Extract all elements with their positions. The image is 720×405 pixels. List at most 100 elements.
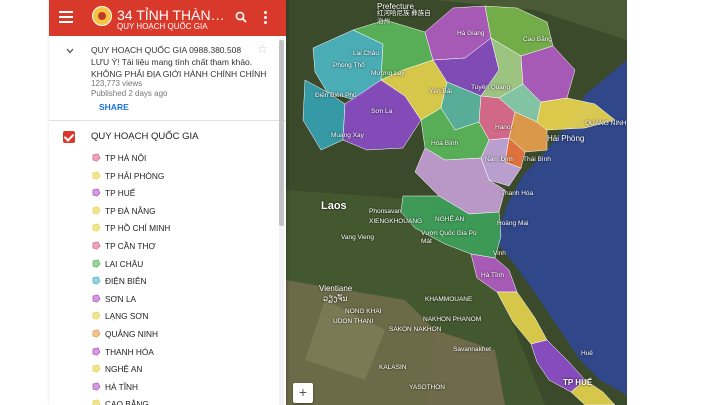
label-phong-tho: Phong Thổ (333, 62, 365, 69)
chevron-down-icon[interactable] (65, 46, 75, 56)
polygon-style-icon (92, 311, 101, 320)
layer-item-label: SƠN LA (105, 293, 137, 304)
map-info-section: QUY HOẠCH QUỐC GIA 0988.380.508 LƯU Ý! T… (49, 38, 286, 121)
view-count: 123,773 views (91, 79, 143, 88)
label-nong-khai: NONG KHAI (345, 308, 382, 315)
zoom-in-button[interactable]: + (293, 383, 313, 403)
polygon-style-icon (92, 382, 101, 391)
polygon-style-icon (92, 399, 101, 405)
layer-item[interactable]: LAI CHÂU (49, 256, 286, 274)
label-tp-hue: TP HUẾ (563, 378, 593, 387)
polygon-style-icon (92, 329, 101, 338)
label-savannakhet: Savannakhet (453, 346, 491, 353)
polygon-style-icon (92, 188, 101, 197)
emblem-logo (92, 6, 112, 26)
layer-item-label: TP HUẾ (105, 188, 136, 199)
label-muang-xai: Muang Xay (331, 132, 364, 139)
layer-checkbox[interactable] (63, 131, 75, 143)
layer-item-label: LẠNG SƠN (105, 311, 149, 322)
layer-item[interactable]: LẠNG SƠN (49, 308, 286, 326)
label-thanh-hoa: Thanh Hóa (501, 190, 534, 197)
layer-header[interactable]: QUY HOẠCH QUỐC GIA (49, 127, 286, 147)
layer-item-label: TP HỒ CHÍ MINH (105, 223, 171, 234)
label-yasothon: YASOTHON (409, 384, 445, 391)
layer-item[interactable]: TP ĐÀ NẴNG (49, 203, 286, 221)
label-lai-chau: Lai Châu (353, 50, 380, 57)
map-subtitle: QUY HOẠCH QUỐC GIA (117, 22, 208, 31)
label-chinese-region: 红河哈尼族 彝族自治州 (377, 10, 431, 25)
layer-item[interactable]: SƠN LA (49, 291, 286, 309)
label-nakhon-phanom: NAKHON PHANOM (423, 316, 482, 323)
label-son-la: Sơn La (371, 108, 393, 115)
polygon-style-icon (92, 171, 101, 180)
layer-list: TP HÀ NỘI TP HẢI PHÒNG TP HUẾ TP ĐÀ NẴNG TP … (49, 150, 286, 405)
layer-item[interactable]: TP HỒ CHÍ MINH (49, 220, 286, 238)
polygon-style-icon (92, 206, 101, 215)
label-hanoi: Hanoi (495, 124, 512, 131)
layer-item[interactable]: HÀ TĨNH (49, 379, 286, 397)
polygon-style-icon (92, 241, 101, 250)
menu-icon[interactable] (59, 11, 73, 23)
label-ha-tinh: Hà Tĩnh (481, 272, 505, 279)
label-cao-bang: Cao Bằng (523, 36, 552, 43)
screenshot-frame: Prefecture 红河哈尼族 彝族自治州 Lai Châu Hà Giang… (0, 0, 720, 405)
polygon-style-icon (92, 364, 101, 373)
label-hoang-mai: Hoàng Mai (497, 220, 529, 227)
label-laos: Laos (321, 200, 347, 212)
layer-item[interactable]: TP HUẾ (49, 185, 286, 203)
label-hue: Huế (581, 350, 593, 357)
more-vert-icon[interactable] (264, 11, 268, 25)
polygon-style-icon (92, 347, 101, 355)
layer-item[interactable]: TP HẢI PHÒNG (49, 168, 286, 186)
label-quang-ninh: QUẢNG NINH (585, 120, 627, 127)
layer-item[interactable]: NGHỆ AN (49, 361, 286, 379)
polygon-style-icon (92, 294, 101, 303)
label-dien-bien: Điện Biên Phủ (315, 92, 357, 99)
label-hoa-binh: Hòa Bình (431, 140, 459, 147)
label-nam-dinh: Nam Định (485, 156, 514, 163)
layer-item-label: TP HÀ NỘI (105, 153, 147, 163)
layer-item-label: TP CẦN THƠ (105, 240, 156, 251)
label-khammouane: KHAMMOUANE (425, 296, 473, 303)
polygon-style-icon (92, 223, 101, 232)
layer-item-label: CAO BẰNG (105, 399, 149, 405)
layer-item[interactable]: QUẢNG NINH (49, 326, 286, 344)
layer-item[interactable]: THANH HÓA (49, 344, 286, 362)
label-ha-giang: Hà Giang (457, 30, 485, 37)
search-icon[interactable] (235, 11, 247, 23)
label-vientiane: Vientiane (319, 284, 353, 293)
label-vientiane-lao: ວຽງຈັນ (323, 294, 348, 303)
layer-item[interactable]: TP CẦN THƠ (49, 238, 286, 256)
layer-item-label: NGHỆ AN (105, 364, 143, 375)
label-vinh: Vinh (493, 250, 506, 257)
label-xieng-khouang: XIENGKHOUANG (369, 218, 423, 225)
published-date: Published 2 days ago (91, 89, 168, 98)
map-view[interactable]: Prefecture 红河哈尼族 彝族自治州 Lai Châu Hà Giang… (285, 0, 627, 405)
share-button[interactable]: SHARE (99, 102, 129, 112)
layer-item[interactable]: ĐIỆN BIÊN (49, 273, 286, 291)
label-nghe-an: NGHỆ AN (435, 216, 465, 223)
layer-item-label: QUẢNG NINH (105, 328, 159, 339)
label-tuyen-quang: Tuyên Quang (471, 84, 511, 91)
description-line-2: LƯU Ý! Tài liệu mang tính chất tham khảo… (91, 57, 253, 67)
layer-item-label: LAI CHÂU (105, 258, 144, 269)
label-muong-lay: Mường Lay (371, 70, 405, 77)
layer-title[interactable]: QUY HOẠCH QUỐC GIA (91, 131, 199, 143)
label-yen-bai: Yên Bái (429, 88, 452, 95)
label-thai-binh: Thái Bình (523, 156, 551, 163)
star-icon[interactable]: ☆ (257, 43, 268, 55)
map-sidebar: 34 TỈNH THÀNH SAU ... QUY HOẠCH QUỐC GIA… (49, 0, 286, 405)
description-line-1: QUY HOẠCH QUỐC GIA 0988.380.508 (91, 45, 242, 55)
scrollbar-thumb[interactable] (279, 40, 284, 226)
layer-item-label: HÀ TĨNH (105, 381, 139, 392)
label-kalasin: KALASIN (379, 364, 407, 371)
label-sakon-nakhon: SAKON NAKHON (389, 326, 442, 333)
label-phonsavan: Phonsavan (369, 208, 402, 215)
map-description: QUY HOẠCH QUỐC GIA 0988.380.508 LƯU Ý! T… (91, 44, 266, 80)
layer-item[interactable]: TP HÀ NỘI (49, 150, 286, 168)
label-vang-vieng: Vang Vieng (341, 234, 375, 241)
app-header: 34 TỈNH THÀNH SAU ... QUY HOẠCH QUỐC GIA (49, 0, 286, 36)
polygon-style-icon (92, 276, 101, 285)
label-hai-phong: Hải Phòng (547, 134, 585, 143)
layer-item[interactable]: CAO BẰNG (49, 396, 286, 405)
